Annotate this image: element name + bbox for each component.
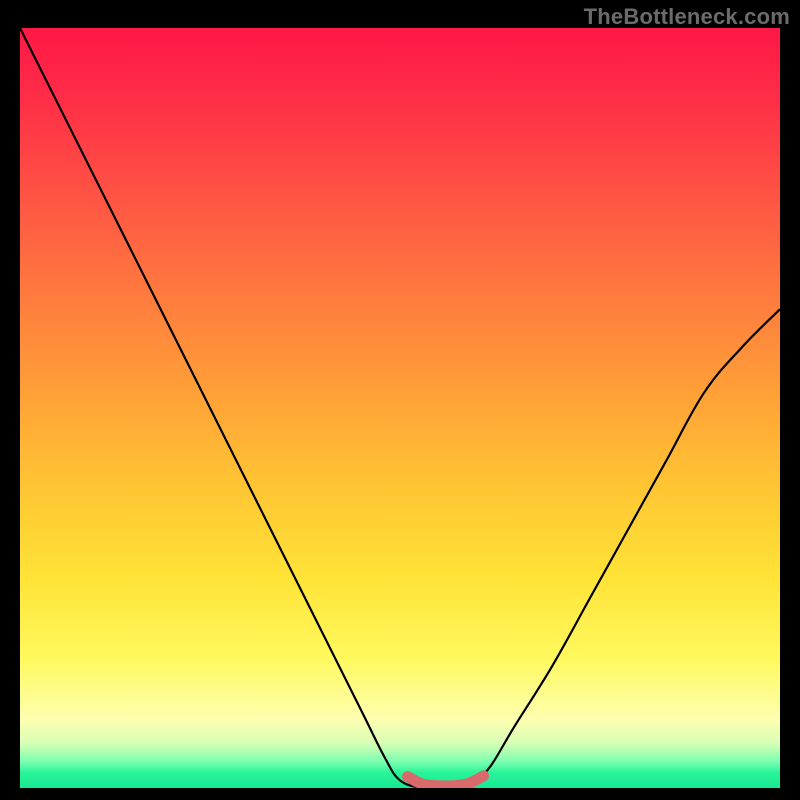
watermark-text: TheBottleneck.com xyxy=(584,4,790,30)
bottleneck-curve xyxy=(20,28,780,788)
curve-layer xyxy=(20,28,780,788)
optimal-band xyxy=(408,776,484,786)
chart-frame: TheBottleneck.com xyxy=(0,0,800,800)
gradient-plot-area xyxy=(20,28,780,788)
